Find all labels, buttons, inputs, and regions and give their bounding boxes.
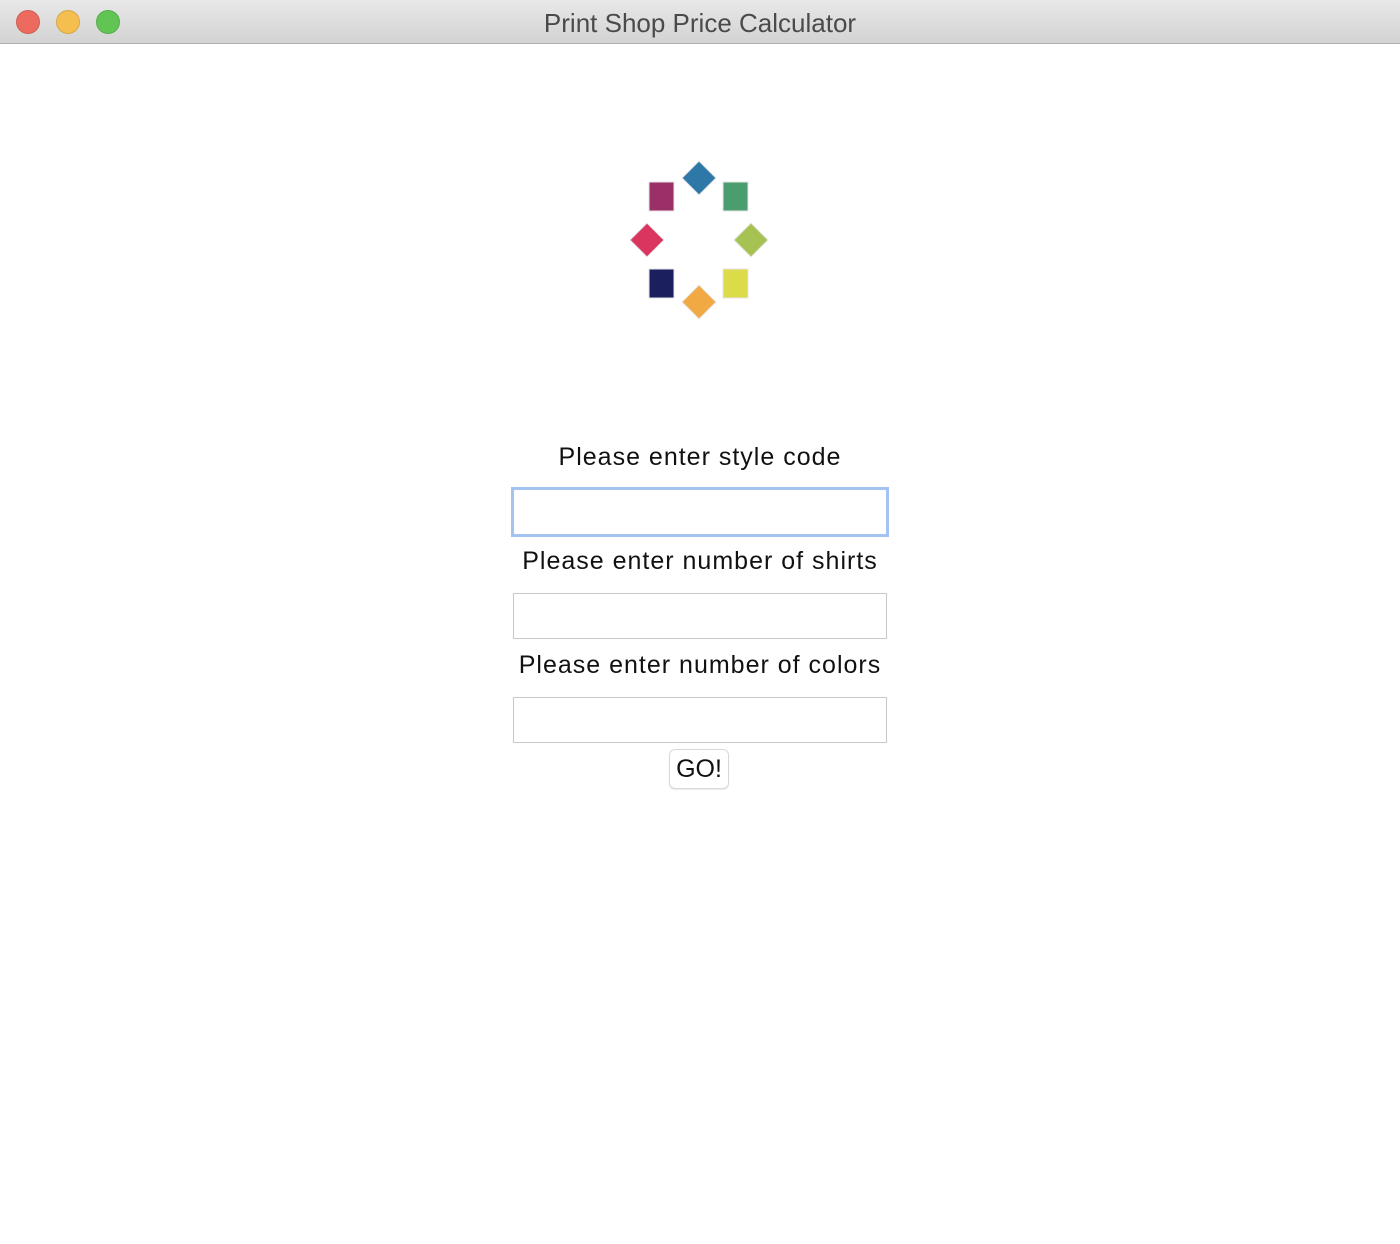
logo-swatch-5 xyxy=(681,284,717,320)
go-button[interactable]: GO! xyxy=(669,749,729,789)
window-title: Print Shop Price Calculator xyxy=(543,8,857,38)
style-code-label: Please enter style code xyxy=(558,443,842,471)
num-colors-input[interactable] xyxy=(513,697,887,743)
logo-swatch-3 xyxy=(733,222,769,258)
logo-swatch-2 xyxy=(722,181,749,212)
num-shirts-label: Please enter number of shirts xyxy=(522,547,878,575)
logo-swatch-4 xyxy=(722,268,749,299)
num-colors-label: Please enter number of colors xyxy=(518,651,882,679)
logo-swatch-1 xyxy=(681,160,717,196)
title-bar: Print Shop Price Calculator xyxy=(0,0,1400,44)
num-shirts-input[interactable] xyxy=(513,593,887,639)
app-window: Print Shop Price Calculator Please enter… xyxy=(0,0,1400,1244)
logo-swatch-7 xyxy=(629,222,665,258)
style-code-input[interactable] xyxy=(511,487,889,537)
logo-swatch-8 xyxy=(648,181,675,212)
logo-swatch-6 xyxy=(648,268,675,299)
color-diamond-ring-logo xyxy=(629,160,769,320)
